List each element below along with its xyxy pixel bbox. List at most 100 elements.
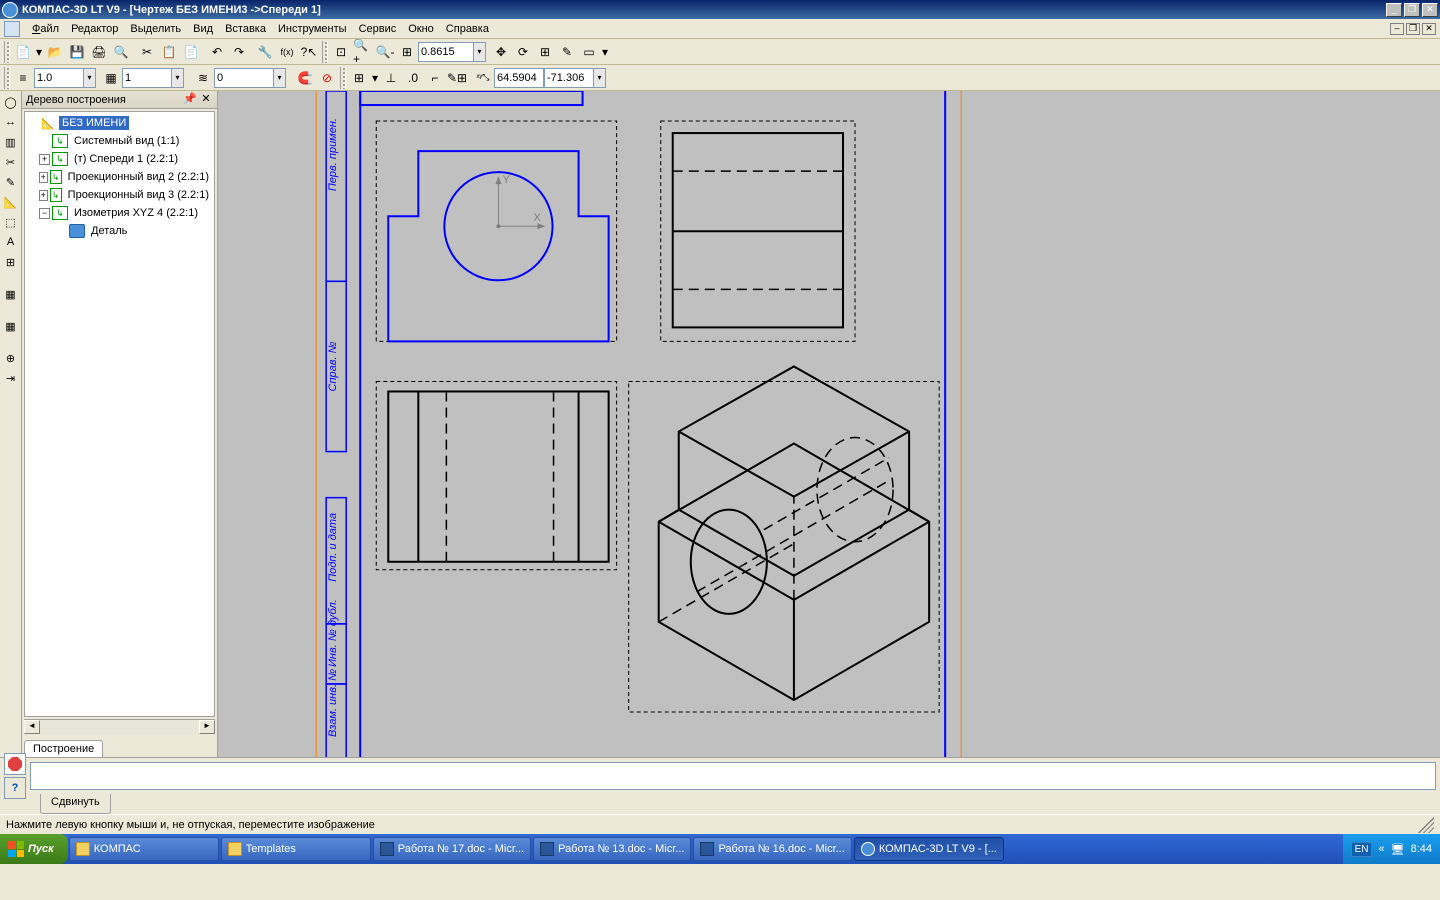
save-button[interactable]: 💾 <box>66 41 88 63</box>
resize-grip[interactable] <box>1418 817 1434 833</box>
zoom-dropdown[interactable]: ▾ <box>474 42 486 62</box>
param-field[interactable] <box>30 762 1436 790</box>
copy-button[interactable]: 📋 <box>158 41 180 63</box>
redraw-button[interactable]: ✎ <box>556 41 578 63</box>
coord-dropdown[interactable]: ▾ <box>594 68 606 88</box>
task-word13[interactable]: Работа № 13.doc - Micr... <box>533 837 691 861</box>
symbols-tool[interactable]: ▥ <box>2 133 20 151</box>
tree-item-detail[interactable]: Деталь <box>27 222 212 240</box>
coord-y-input[interactable] <box>544 68 594 88</box>
dimension-tool[interactable]: ↔ <box>2 113 20 131</box>
round-button[interactable]: .0 <box>402 67 424 89</box>
scroll-left[interactable]: ◄ <box>24 720 40 734</box>
mdi-restore[interactable]: ❐ <box>1406 23 1420 35</box>
pan-button[interactable]: ✥ <box>490 41 512 63</box>
tree-tab-build[interactable]: Построение <box>24 740 103 757</box>
layers-button[interactable]: ≋ <box>192 67 214 89</box>
assoc-tool[interactable]: ⊞ <box>2 253 20 271</box>
new-button[interactable]: 📄 <box>12 41 34 63</box>
line-style-input[interactable] <box>34 68 84 88</box>
line-style-dropdown[interactable]: ▾ <box>84 68 96 88</box>
new-dropdown[interactable]: ▾ <box>34 41 44 63</box>
tree-toggle[interactable]: + <box>39 154 50 165</box>
canvas-area[interactable]: Перв. примен. Справ. № Подп. и дата Инв.… <box>218 91 1440 757</box>
open-button[interactable]: 📂 <box>44 41 66 63</box>
menu-insert[interactable]: Вставка <box>219 21 272 37</box>
snap-off-button[interactable]: ⊘ <box>316 67 338 89</box>
tree-item-proj3[interactable]: + Проекционный вид 3 (2.2:1) <box>27 186 212 204</box>
task-word16[interactable]: Работа № 16.doc - Micr... <box>693 837 851 861</box>
tree-item-system[interactable]: Системный вид (1:1) <box>27 132 212 150</box>
zoom-in-button[interactable]: 🔍+ <box>352 41 374 63</box>
mdi-minimize[interactable]: – <box>1390 23 1404 35</box>
tree-item-iso[interactable]: − Изометрия XYZ 4 (2.2:1) <box>27 204 212 222</box>
redo-button[interactable]: ↷ <box>228 41 250 63</box>
preview-button[interactable]: 🔍 <box>110 41 132 63</box>
tree-toggle[interactable]: − <box>39 208 50 219</box>
tree-hscroll[interactable]: ◄ ► <box>24 719 215 735</box>
maximize-button[interactable]: ❐ <box>1404 3 1420 17</box>
layer-dropdown[interactable]: ▾ <box>172 68 184 88</box>
zoom-input[interactable] <box>418 42 474 62</box>
lcs-button[interactable]: ⌐ <box>424 67 446 89</box>
menu-window[interactable]: Окно <box>402 21 440 37</box>
tree-close-button[interactable]: ✕ <box>199 93 213 107</box>
clock[interactable]: 8:44 <box>1411 843 1432 855</box>
zoom-window-button[interactable]: ⊞ <box>396 41 418 63</box>
color-input[interactable] <box>214 68 274 88</box>
menu-file[interactable]: Файл <box>26 21 65 37</box>
layer-input[interactable] <box>122 68 172 88</box>
zoom-fit-button[interactable]: ⊡ <box>330 41 352 63</box>
mdi-close[interactable]: ✕ <box>1422 23 1436 35</box>
views-tool[interactable]: ▦ <box>2 285 20 303</box>
measure-tool[interactable]: 📐 <box>2 193 20 211</box>
help-cursor-button[interactable]: ?↖ <box>298 41 320 63</box>
shade-dropdown[interactable]: ▾ <box>600 41 610 63</box>
task-kompas-app[interactable]: КОМПАС-3D LT V9 - [... <box>854 837 1004 861</box>
edit-tool[interactable]: ✂ <box>2 153 20 171</box>
task-templates[interactable]: Templates <box>221 837 371 861</box>
select-tool[interactable]: ⬚ <box>2 213 20 231</box>
language-indicator[interactable]: EN <box>1351 842 1373 857</box>
library-tool[interactable]: ⇥ <box>2 369 20 387</box>
undo-button[interactable]: ↶ <box>206 41 228 63</box>
menu-edit[interactable]: Редактор <box>65 21 124 37</box>
param-help-button[interactable]: ? <box>4 777 26 799</box>
tree-pin-button[interactable]: 📌 <box>183 93 197 107</box>
coord-x-input[interactable] <box>494 68 544 88</box>
grid-dropdown[interactable]: ▾ <box>370 67 380 89</box>
param-tool[interactable]: ✎ <box>2 173 20 191</box>
menu-service[interactable]: Сервис <box>353 21 403 37</box>
menu-tools[interactable]: Инструменты <box>272 21 353 37</box>
menu-view[interactable]: Вид <box>187 21 219 37</box>
aux-tool[interactable]: ▦ <box>2 317 20 335</box>
print-button[interactable]: 🖨 <box>88 41 110 63</box>
tree-toggle[interactable]: + <box>39 190 48 201</box>
tree-item-front[interactable]: + (т) Спереди 1 (2.2:1) <box>27 150 212 168</box>
scroll-right[interactable]: ► <box>199 720 215 734</box>
tray-expand[interactable]: « <box>1378 843 1384 855</box>
param-tab-move[interactable]: Сдвинуть <box>40 794 111 814</box>
line-style-icon[interactable]: ≡ <box>12 67 34 89</box>
insert-tool[interactable]: ⊕ <box>2 349 20 367</box>
edit-mode-button[interactable]: ✎⊞ <box>446 67 468 89</box>
task-kompas-folder[interactable]: КОМПАС <box>69 837 219 861</box>
geometry-tool[interactable]: ◯ <box>2 93 20 111</box>
tray-icon[interactable]: 🖥 <box>1391 843 1405 856</box>
zoom-out-button[interactable]: 🔍- <box>374 41 396 63</box>
grid-button[interactable]: ⊞ <box>348 67 370 89</box>
paste-button[interactable]: 📄 <box>180 41 202 63</box>
tree-item-proj2[interactable]: + Проекционный вид 2 (2.2:1) <box>27 168 212 186</box>
drawing-canvas[interactable]: Перв. примен. Справ. № Подп. и дата Инв.… <box>218 91 1440 757</box>
task-word17[interactable]: Работа № 17.doc - Micr... <box>373 837 531 861</box>
properties-button[interactable]: 🔧 <box>254 41 276 63</box>
snap-button[interactable]: 🧲 <box>294 67 316 89</box>
tree-root-label[interactable]: БЕЗ ИМЕНИ <box>59 116 129 130</box>
refresh-button[interactable]: ⊞ <box>534 41 556 63</box>
tree-body[interactable]: 📐 БЕЗ ИМЕНИ Системный вид (1:1) + (т) Сп… <box>24 111 215 717</box>
shade-button[interactable]: ▭ <box>578 41 600 63</box>
rotate-button[interactable]: ⟳ <box>512 41 534 63</box>
cut-button[interactable]: ✂ <box>136 41 158 63</box>
menu-help[interactable]: Справка <box>440 21 495 37</box>
variables-button[interactable]: f(x) <box>276 41 298 63</box>
